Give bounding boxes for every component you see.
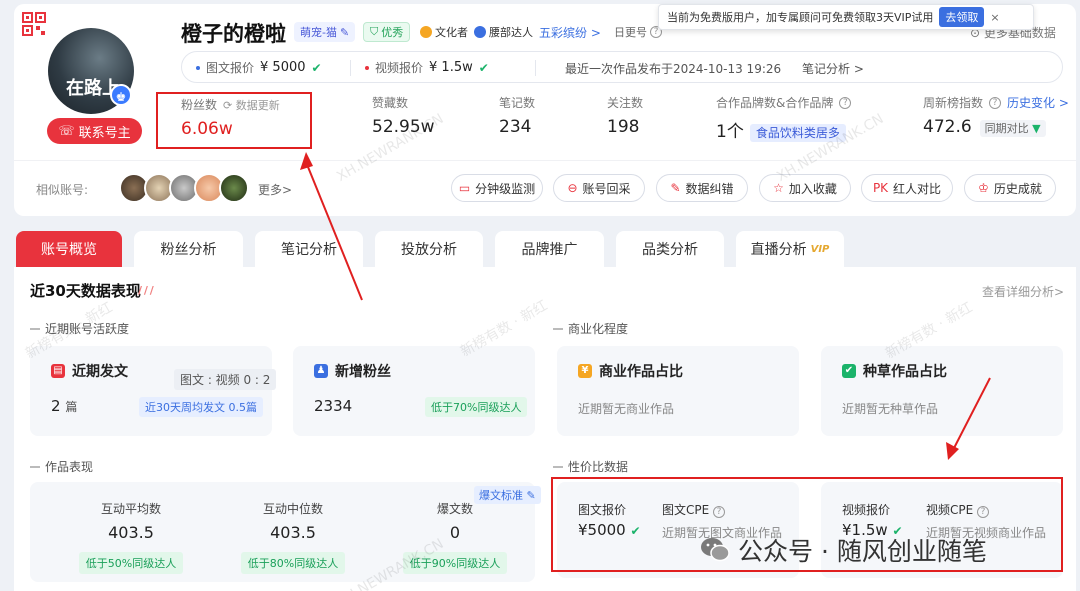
arrow-to-price <box>951 377 991 453</box>
wechat-account-watermark: 公众号 · 随风创业随笔 <box>700 532 987 568</box>
wechat-icon <box>701 538 730 562</box>
arrow-head <box>946 442 959 460</box>
arrow-to-fans <box>305 161 363 301</box>
arrow-head <box>300 152 313 170</box>
